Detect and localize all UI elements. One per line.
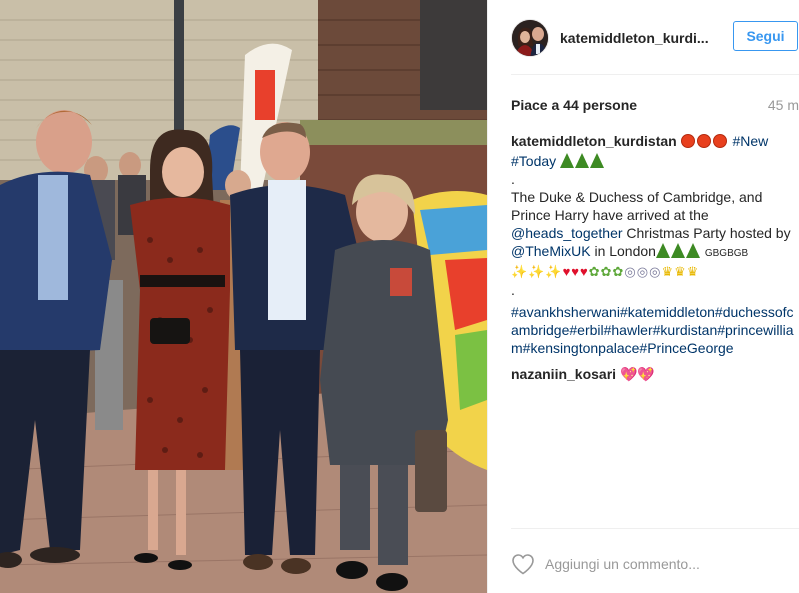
caption-text-2: Christmas Party hosted by	[626, 225, 791, 241]
comments-list: katemiddleton_kurdistan #New #Today . Th…	[511, 132, 797, 522]
post-photo[interactable]	[0, 0, 487, 593]
post-sidebar: katemiddleton_kurdi... Segui Piace a 44 …	[487, 0, 799, 593]
hashtag-today[interactable]: #Today	[511, 153, 556, 169]
christmas-tree-emojis-2	[655, 243, 701, 259]
gb-flag-text: GBGBGB	[704, 248, 749, 259]
heart-outline-icon[interactable]	[511, 553, 535, 575]
profile-avatar[interactable]	[511, 18, 549, 57]
post-header: katemiddleton_kurdi... Segui	[488, 0, 799, 75]
caption-hashtags[interactable]: #avankhsherwani#katemiddleton#duchessofc…	[511, 304, 794, 356]
caption: katemiddleton_kurdistan #New #Today . Th…	[511, 132, 797, 357]
post-author-username[interactable]: katemiddleton_kurdi...	[560, 30, 720, 46]
comment-text: 💖💖	[619, 366, 655, 382]
follow-button[interactable]: Segui	[733, 21, 798, 51]
caption-dot-1: .	[511, 171, 515, 187]
caption-dot-2: .	[511, 282, 515, 298]
mention-themixuk[interactable]: @TheMixUK	[511, 243, 591, 259]
post-footer	[488, 528, 799, 593]
mention-heads-together[interactable]: @heads_together	[511, 225, 623, 241]
add-comment-input[interactable]	[545, 552, 790, 576]
likes-row: Piace a 44 persone 45 m	[511, 95, 799, 115]
caption-username[interactable]: katemiddleton_kurdistan	[511, 133, 677, 149]
post-timestamp[interactable]: 45 m	[768, 97, 799, 113]
caption-text-3: in London	[594, 243, 656, 259]
caption-text-1: The Duke & Duchess of Cambridge, and Pri…	[511, 189, 763, 223]
photo-illustration	[0, 0, 487, 593]
likes-count[interactable]: Piace a 44 persone	[511, 97, 637, 113]
hashtag-new[interactable]: #New	[732, 133, 768, 149]
avatar-image	[512, 19, 548, 56]
comment-username[interactable]: nazaniin_kosari	[511, 366, 616, 382]
christmas-tree-emojis	[560, 153, 605, 169]
red-circle-emojis	[680, 134, 729, 152]
comment: nazaniin_kosari 💖💖	[511, 365, 797, 383]
emoji-row: ✨✨✨♥♥♥✿✿✿◎◎◎♛♛♛	[511, 264, 700, 279]
